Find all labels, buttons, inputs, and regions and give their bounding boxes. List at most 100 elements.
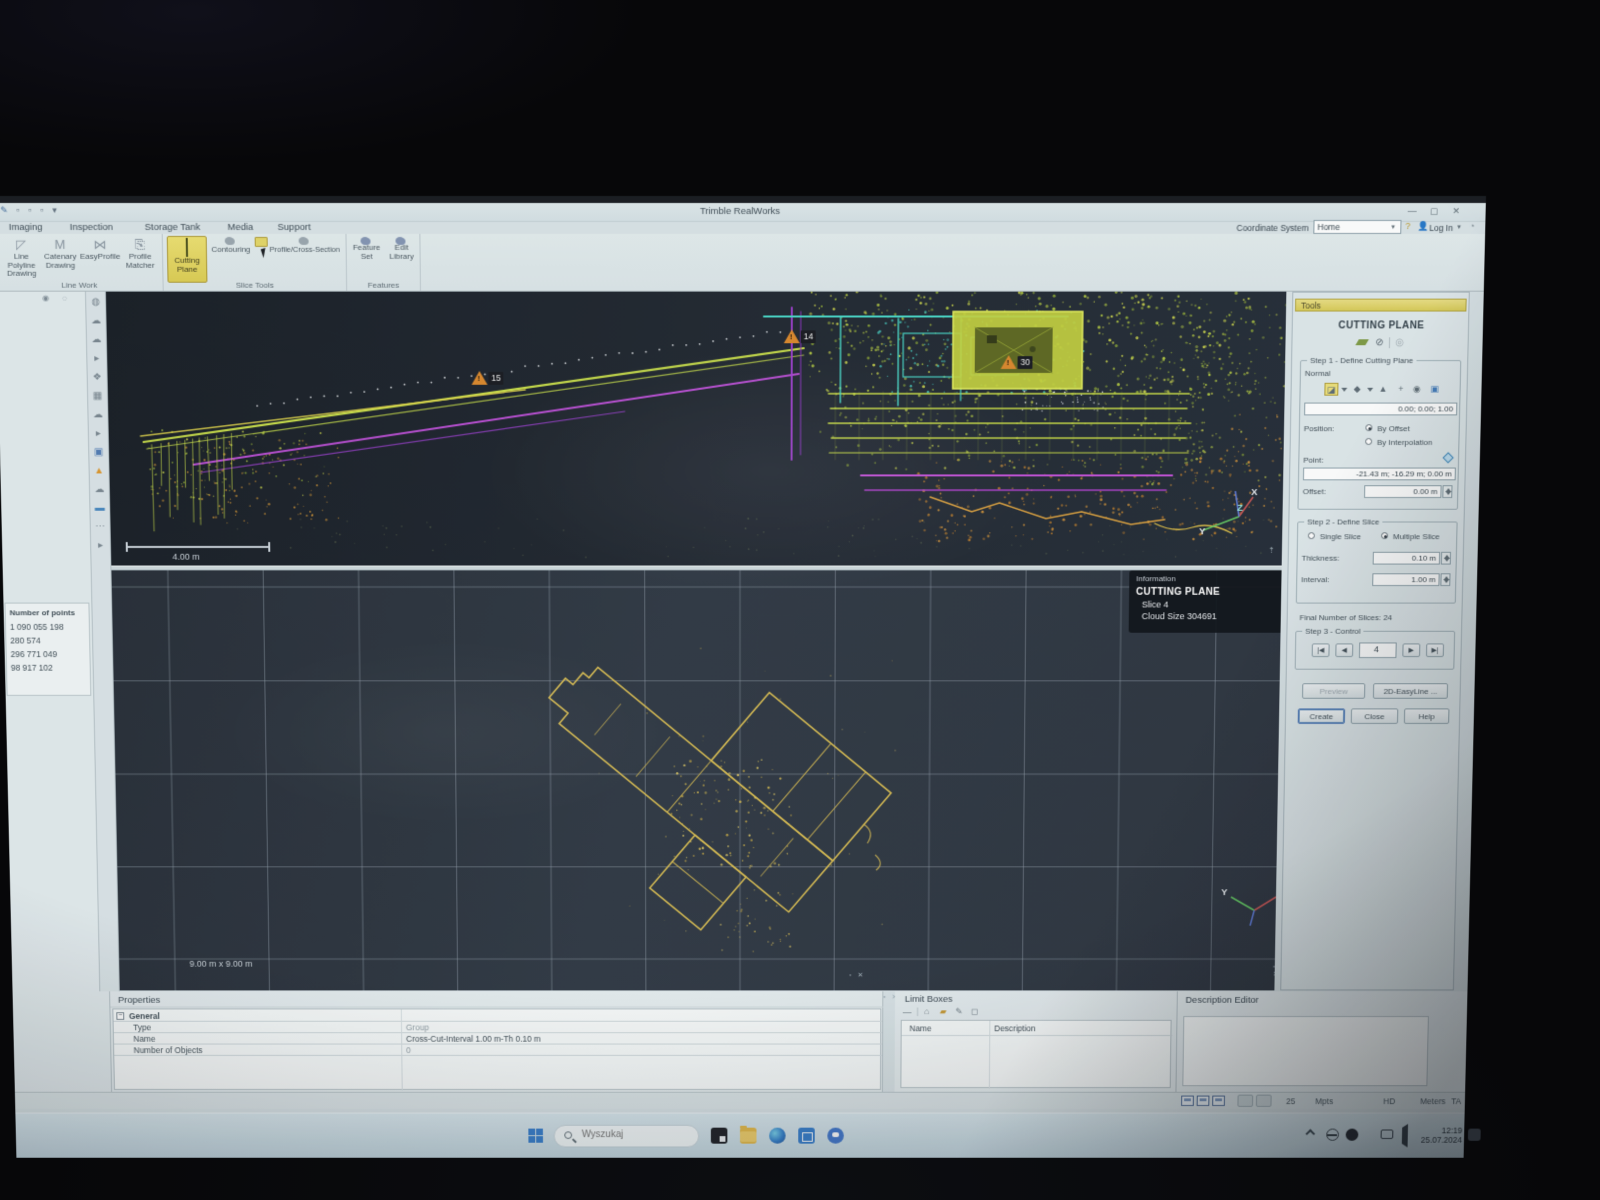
units-indicator[interactable]: Meters — [1420, 1097, 1445, 1106]
draw-box-icon[interactable]: ✎ — [955, 1007, 962, 1017]
interval-input[interactable]: 1.00 m — [1372, 573, 1439, 586]
catenary-drawing-button[interactable]: M Catenary Drawing — [41, 237, 80, 270]
limitbox-tool-icon[interactable]: ▬ — [92, 502, 108, 517]
tray-expand-icon[interactable] — [1305, 1129, 1315, 1138]
orbit-tool-icon[interactable]: ◍ — [88, 296, 104, 311]
panel-corner-buttons[interactable]: ▫ ✕ — [1273, 964, 1281, 978]
description-editor-area[interactable] — [1182, 1016, 1429, 1086]
cloud-dark-tool-icon[interactable]: ☁ — [90, 408, 106, 423]
normal-value-input[interactable]: 0.00; 0.00; 1.00 — [1304, 403, 1457, 416]
microphone-icon[interactable] — [1363, 1128, 1376, 1140]
more-tools-icon[interactable]: ⋯ — [92, 521, 108, 536]
collapse-icon[interactable]: — — [903, 1008, 912, 1017]
point-value-input[interactable]: -21.43 m; -16.29 m; 0.00 m — [1303, 468, 1456, 481]
search-input[interactable] — [580, 1129, 687, 1141]
next-slice-button[interactable]: ▶ — [1402, 643, 1420, 657]
segment-tool-icon[interactable]: ❖ — [89, 371, 105, 386]
lock-icon[interactable]: ⌂ — [924, 1007, 929, 1016]
single-slice-radio[interactable] — [1308, 532, 1315, 539]
notification-bell-icon[interactable] — [1468, 1129, 1481, 1141]
point-cloud-3d-view[interactable]: 15 14 30 4.00 m X Z Y ⇡ — [106, 292, 1286, 566]
layout-single-icon[interactable] — [1181, 1096, 1194, 1106]
marker-tool-icon[interactable]: ▲ — [91, 465, 107, 480]
panel-pin-icon[interactable]: ◉ — [42, 294, 49, 303]
edit-plane-icon[interactable] — [1354, 336, 1369, 349]
description-column-header[interactable]: Description — [994, 1024, 1036, 1033]
general-group-row[interactable]: General — [129, 1011, 160, 1020]
name-value[interactable]: Cross-Cut-Interval 1.00 m-Th 0.10 m — [406, 1034, 541, 1043]
start-button[interactable] — [528, 1129, 543, 1143]
taskbar-search[interactable] — [554, 1125, 700, 1148]
taskbar-app-icon[interactable] — [711, 1128, 728, 1144]
cloud-toggle-icon[interactable] — [1237, 1095, 1253, 1107]
tab-media[interactable]: Media — [227, 222, 253, 233]
tab-support[interactable]: Support — [277, 222, 310, 233]
mpts-label[interactable]: Mpts — [1315, 1097, 1333, 1106]
file-explorer-icon[interactable] — [740, 1128, 757, 1144]
close-button[interactable]: Close — [1351, 708, 1399, 723]
panel-corner-buttons[interactable]: ▫ ✕ — [849, 971, 865, 979]
tab-inspection[interactable]: Inspection — [70, 222, 113, 233]
pick-tool-icon[interactable]: ▸ — [90, 427, 106, 442]
close-icon[interactable]: ✕ — [1450, 206, 1463, 217]
expander-icon[interactable]: − — [116, 1012, 124, 1020]
refresh-icon[interactable]: ◔ — [1469, 221, 1475, 231]
first-slice-button[interactable]: |◀ — [1312, 643, 1330, 657]
panel-refresh-icon[interactable]: ◌ — [62, 294, 67, 303]
thickness-input[interactable]: 0.10 m — [1373, 552, 1440, 565]
tray-app-icon[interactable] — [1346, 1129, 1359, 1141]
microsoft-store-icon[interactable] — [798, 1128, 815, 1144]
folder-icon[interactable]: ▰ — [940, 1007, 947, 1017]
view-up-icon[interactable]: ⇡ — [1268, 546, 1275, 555]
caret-icon[interactable] — [1341, 388, 1347, 392]
profile-cross-section-button[interactable]: Profile/Cross-Section — [263, 236, 347, 254]
feature-set-button[interactable]: Feature Set — [348, 236, 384, 261]
create-button[interactable]: Create — [1298, 708, 1346, 723]
point-picker-icon[interactable] — [1443, 452, 1454, 463]
help-icon[interactable]: ? — [1405, 221, 1410, 231]
cutting-plane-button[interactable]: Cutting Plane — [167, 236, 208, 283]
help-button[interactable]: Help — [1404, 708, 1450, 723]
line-polyline-drawing-button[interactable]: ◸ Line Polyline Drawing — [1, 237, 42, 278]
easyline-button[interactable]: 2D-EasyLine ... — [1373, 683, 1448, 699]
name-column-header[interactable]: Name — [909, 1024, 931, 1033]
grid-tool-icon[interactable]: ▦ — [89, 390, 105, 405]
pick-tool-icon[interactable]: ▸ — [93, 539, 109, 554]
disable-plane-icon[interactable]: ⊘ — [1372, 336, 1387, 349]
offset-input[interactable]: 0.00 m — [1364, 485, 1442, 498]
box-icon[interactable]: ◻ — [971, 1007, 978, 1017]
pick-tool-icon[interactable]: ▸ — [89, 352, 105, 367]
normal-preset-plane-icon[interactable]: ◪ — [1324, 383, 1338, 396]
chat-app-icon[interactable] — [827, 1128, 844, 1144]
login-button[interactable]: Log In — [1429, 223, 1453, 233]
cloud-tool-icon[interactable]: ☁ — [88, 315, 104, 330]
last-slice-button[interactable]: ▶| — [1426, 643, 1444, 657]
interval-spinner[interactable] — [1440, 573, 1450, 586]
network-icon[interactable] — [1326, 1129, 1339, 1141]
cloud-toggle-icon[interactable] — [1256, 1095, 1272, 1107]
slice-2d-view[interactable]: 9.00 m x 9.00 m X Y Information CUTTING … — [111, 570, 1281, 990]
multiple-slice-radio[interactable] — [1381, 532, 1388, 539]
hd-indicator[interactable]: HD — [1383, 1097, 1395, 1106]
offset-spinner[interactable] — [1442, 485, 1452, 498]
minimize-icon[interactable]: — — [1406, 206, 1419, 217]
normal-preset-box-icon[interactable]: ▣ — [1428, 383, 1442, 396]
login-caret-icon[interactable]: ▾ — [1457, 223, 1461, 231]
layout-split-icon[interactable] — [1197, 1096, 1210, 1106]
profile-matcher-button[interactable]: ⎘ Profile Matcher — [121, 237, 160, 270]
thickness-spinner[interactable] — [1441, 552, 1451, 565]
maximize-icon[interactable]: ▢ — [1428, 206, 1441, 217]
by-offset-radio[interactable] — [1365, 424, 1372, 431]
speaker-icon[interactable] — [1398, 1128, 1411, 1140]
tab-imaging[interactable]: Imaging — [9, 222, 43, 233]
normal-preset-cloud-icon[interactable]: ▲ — [1376, 383, 1390, 396]
inspect-plane-icon[interactable]: ◎ — [1392, 336, 1407, 349]
coordinate-system-select[interactable]: Home — [1313, 220, 1401, 234]
edit-library-button[interactable]: Edit Library — [384, 236, 418, 261]
normal-preset-plus-icon[interactable]: + — [1394, 383, 1408, 396]
by-interpolation-radio[interactable] — [1365, 438, 1372, 445]
display-icon[interactable] — [1381, 1130, 1394, 1139]
edge-browser-icon[interactable] — [769, 1128, 786, 1144]
cloud-tool-icon[interactable]: ☁ — [91, 483, 107, 498]
tab-storage-tank[interactable]: Storage Tank — [144, 222, 200, 233]
